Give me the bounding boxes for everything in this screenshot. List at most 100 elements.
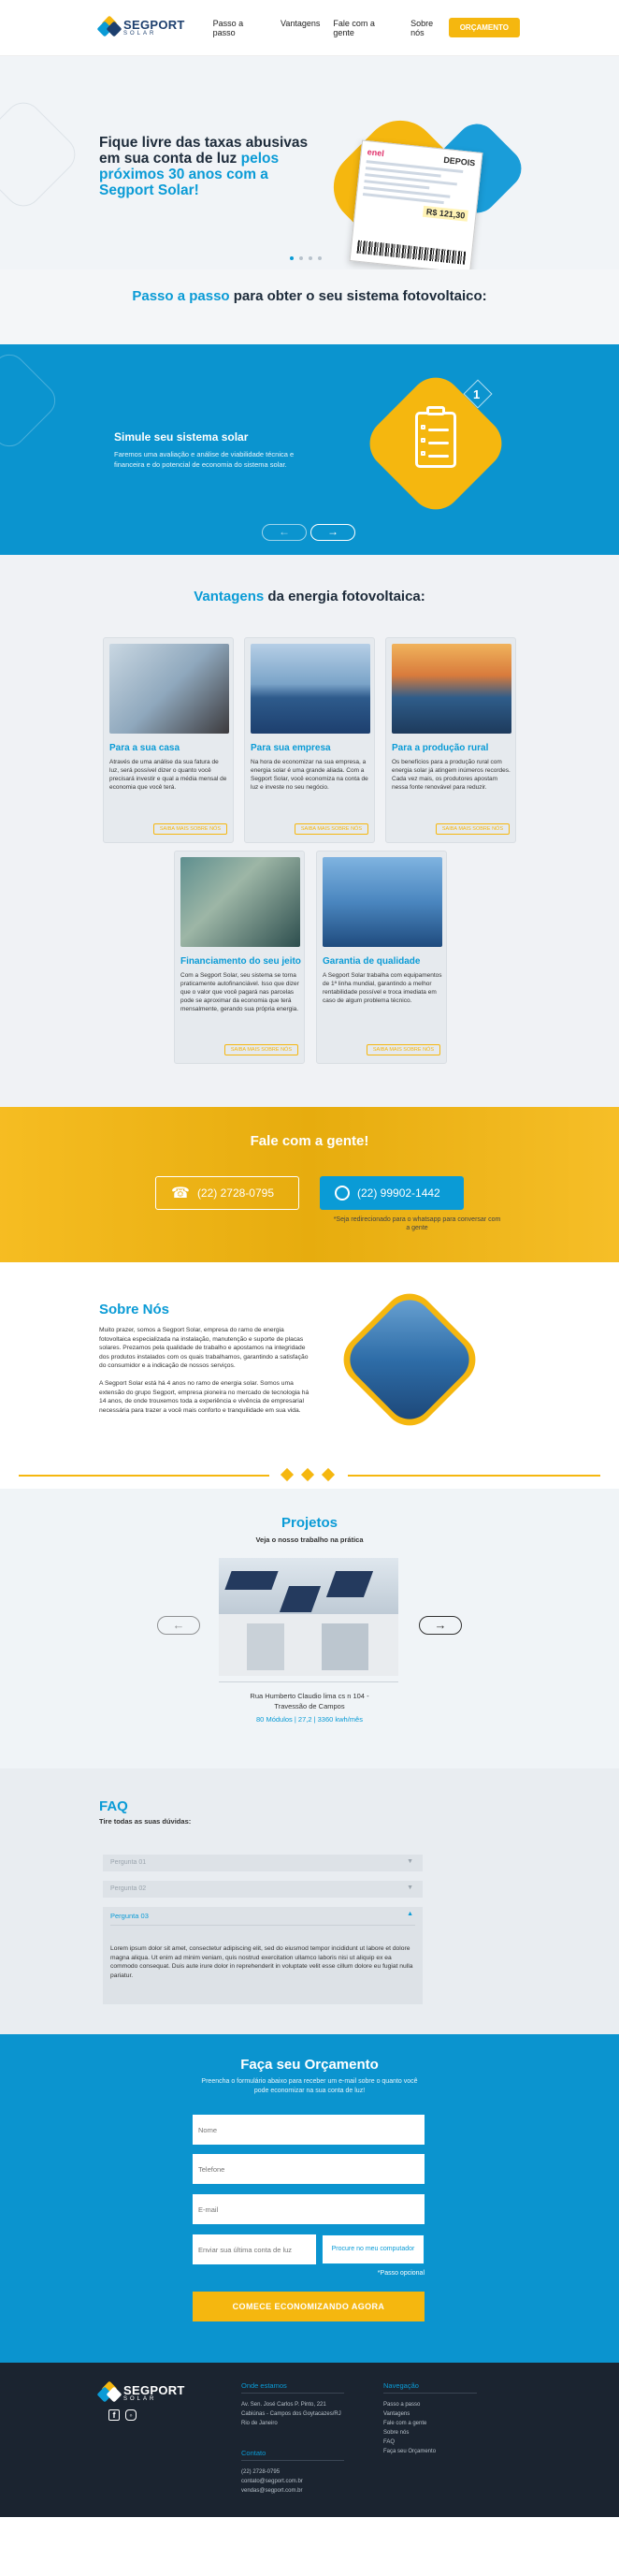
city-solar-photo <box>251 644 370 734</box>
footer-nav-link[interactable]: Vantagens <box>383 2409 436 2419</box>
footer-nav: Passo a passo Vantagens Fale com a gente… <box>383 2400 436 2456</box>
footer-contact-title: Contato <box>241 2449 266 2457</box>
site-header: SEGPORT SOLAR Passo a passo Vantagens Fa… <box>0 0 619 56</box>
card-saiba-mais-button[interactable]: SAIBA MAIS SOBRE NÓS <box>152 823 227 835</box>
browse-button[interactable]: Procure no meu computador <box>322 2234 425 2264</box>
vantagens-title: Vantagens da energia fotovoltaica: <box>194 589 425 604</box>
chevron-up-icon: ▲ <box>407 1911 413 1917</box>
slider-dot[interactable] <box>290 256 294 260</box>
footer-nav-link[interactable]: FAQ <box>383 2438 436 2447</box>
passo-section: Simule seu sistema solar Faremos uma ava… <box>0 344 619 555</box>
name-input[interactable] <box>193 2115 425 2145</box>
whatsapp-icon <box>335 1186 350 1201</box>
phone-number: (22) 2728-0795 <box>196 1186 274 1200</box>
footer-contact: (22) 2728-0795 contato@segport.com.br vend… <box>241 2469 303 2494</box>
phone-button[interactable]: ☎ (22) 2728-0795 <box>155 1176 299 1210</box>
step-next-button[interactable]: → <box>310 524 355 541</box>
card-text: Com a Segport Solar, seu sistema se torn… <box>180 972 299 1012</box>
orcamento-desc: Preencha o formulário abaixo para recebe… <box>201 2078 418 2094</box>
vantagens-section: Vantagens da energia fotovoltaica: Para … <box>0 555 619 1107</box>
hero-title: Fique livre das taxas abusivas em sua co… <box>99 135 309 198</box>
faq-question: Pergunta 03 <box>110 1912 149 1920</box>
footer-nav-link[interactable]: Faça seu Orçamento <box>383 2447 436 2456</box>
optional-note: *Passo opcional <box>377 2270 425 2277</box>
email-input[interactable] <box>193 2194 425 2224</box>
card-text: Os benefícios para a produção rural com … <box>392 759 511 791</box>
card-saiba-mais-button[interactable]: SAIBA MAIS SOBRE NÓS <box>366 1044 440 1055</box>
submit-button[interactable]: COMECE ECONOMIZANDO AGORA <box>193 2292 425 2321</box>
faq-item[interactable]: Pergunta 01 ▼ <box>103 1855 423 1871</box>
bill-value: R$ 121,30 <box>423 205 468 222</box>
card-title: Para a produção rural <box>392 743 489 753</box>
orcamento-title: Faça seu Orçamento <box>240 2057 379 2073</box>
footer-nav-link[interactable]: Passo a passo <box>383 2400 436 2409</box>
card-text: A Segport Solar trabalha com equipamento… <box>323 972 442 1004</box>
hero-section: Fique livre das taxas abusivas em sua co… <box>0 56 619 269</box>
nav-passo[interactable]: Passo a passo <box>213 19 267 37</box>
footer-address: Av. Sen. José Carlos P. Pinto, 221 Cabiún… <box>241 2402 341 2426</box>
footer-logo[interactable]: SEGPORT SOLAR <box>96 2380 185 2404</box>
orcamento-section: Faça seu Orçamento Preencha o formulário… <box>0 2034 619 2363</box>
logo[interactable]: SEGPORT SOLAR <box>96 15 185 38</box>
project-meta: 80 Módulos | 27,2 | 3360 kwh/mês <box>256 1715 363 1724</box>
worker-solar-photo <box>340 1290 479 1429</box>
social-links: f ◦ <box>108 2409 137 2421</box>
energy-bill-image: enel DEPOIS R$ 121,30 <box>349 139 483 269</box>
facebook-icon[interactable]: f <box>108 2409 120 2421</box>
project-address: Rua Humberto Claudio lima cs n 104 - Tra… <box>250 1692 369 1710</box>
card-title: Para a sua casa <box>109 743 180 753</box>
nav-fale[interactable]: Fale com a gente <box>333 19 397 37</box>
businessman-photo <box>180 857 300 947</box>
faq-item-open[interactable]: Pergunta 03 ▲ Lorem ipsum dolor sit amet… <box>103 1907 423 2004</box>
projetos-prev-button[interactable]: ← <box>157 1616 200 1635</box>
card-saiba-mais-button[interactable]: SAIBA MAIS SOBRE NÓS <box>294 823 368 835</box>
card-casa: Para a sua casa Através de uma análise d… <box>103 637 234 843</box>
projetos-subtitle: Veja o nosso trabalho na prática <box>255 1535 364 1544</box>
faq-item[interactable]: Pergunta 02 ▼ <box>103 1881 423 1898</box>
fale-section: Fale com a gente! ☎ (22) 2728-0795 (22) … <box>0 1107 619 1262</box>
nav-vantagens[interactable]: Vantagens <box>281 19 320 37</box>
instagram-icon[interactable]: ◦ <box>125 2409 137 2421</box>
slider-dot[interactable] <box>299 256 303 260</box>
family-photo <box>109 644 229 734</box>
step-prev-button[interactable]: ← <box>262 524 307 541</box>
fale-bg-overlay <box>0 1107 619 1262</box>
logo-mark-icon <box>96 2380 122 2404</box>
whatsapp-number: (22) 99902-1442 <box>357 1186 440 1200</box>
bill-upload-input[interactable] <box>193 2234 316 2264</box>
fale-title: Fale com a gente! <box>250 1133 369 1149</box>
sobre-paragraph: A Segport Solar está há 4 anos no ramo d… <box>99 1379 310 1414</box>
card-rural: Para a produção rural Os benefícios para… <box>385 637 516 843</box>
sobre-title: Sobre Nós <box>99 1302 170 1317</box>
chevron-down-icon: ▼ <box>407 1885 413 1891</box>
card-financiamento: Financiamento do seu jeito Com a Segport… <box>174 851 305 1064</box>
slider-dot[interactable] <box>309 256 312 260</box>
card-saiba-mais-button[interactable]: SAIBA MAIS SOBRE NÓS <box>223 1044 298 1055</box>
sobre-text: Muito prazer, somos a Segport Solar, emp… <box>99 1326 316 1423</box>
faq-title: FAQ <box>99 1798 128 1814</box>
whatsapp-button[interactable]: (22) 99902-1442 <box>320 1176 464 1210</box>
faq-answer: Lorem ipsum dolor sit amet, consectetur … <box>110 1945 413 1979</box>
footer-nav-link[interactable]: Fale com a gente <box>383 2419 436 2428</box>
footer-nav-link[interactable]: Sobre nós <box>383 2428 436 2438</box>
card-saiba-mais-button[interactable]: SAIBA MAIS SOBRE NÓS <box>435 823 510 835</box>
nav-sobre[interactable]: Sobre nós <box>410 19 449 37</box>
card-text: Através de uma análise da sua fatura de … <box>109 759 227 791</box>
sobre-section: Sobre Nós Muito prazer, somos a Segport … <box>0 1262 619 1463</box>
orcamento-button[interactable]: ORÇAMENTO <box>448 18 520 37</box>
rural-solar-photo <box>392 644 511 734</box>
decor-shape <box>0 95 83 214</box>
phone-input[interactable] <box>193 2154 425 2184</box>
divider <box>219 1681 398 1682</box>
card-garantia: Garantia de qualidade A Segport Solar tr… <box>316 851 447 1064</box>
slider-dot[interactable] <box>318 256 322 260</box>
projetos-next-button[interactable]: → <box>419 1616 462 1635</box>
projetos-title: Projetos <box>281 1515 338 1531</box>
step-text: Faremos uma avaliação e análise de viabi… <box>114 450 295 469</box>
card-title: Financiamento do seu jeito <box>180 956 301 967</box>
logo-mark-icon <box>96 15 122 38</box>
sobre-paragraph: Muito prazer, somos a Segport Solar, emp… <box>99 1327 309 1370</box>
main-nav: Passo a passo Vantagens Fale com a gente… <box>213 19 449 37</box>
card-text: Na hora de economizar na sua empresa, a … <box>251 759 368 791</box>
step-title: Simule seu sistema solar <box>114 430 249 444</box>
